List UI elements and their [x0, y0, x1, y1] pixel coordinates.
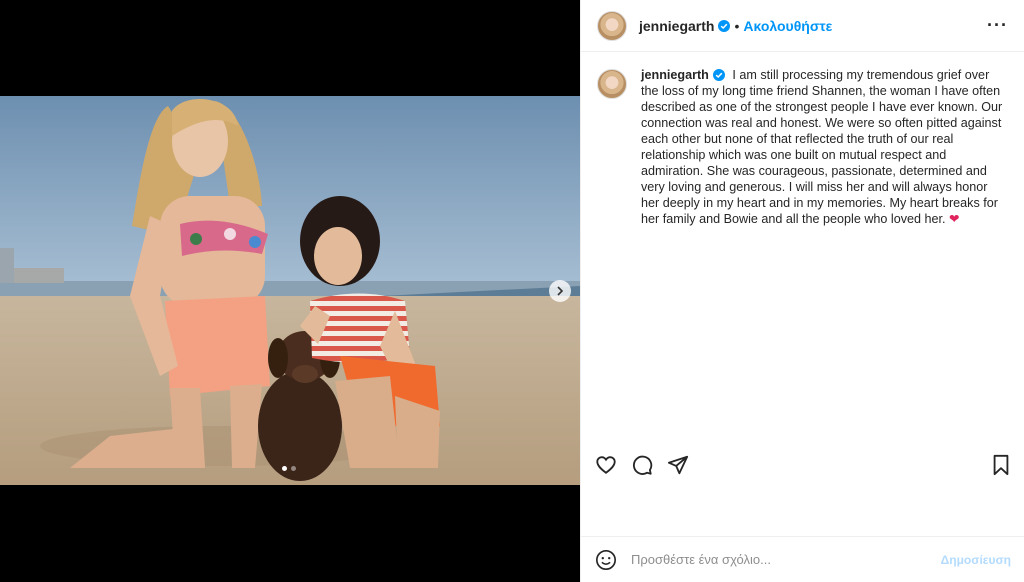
- media-pane: [0, 0, 580, 582]
- caption-body: jenniegarth I am still processing my tre…: [641, 67, 1005, 227]
- comment-input[interactable]: [631, 552, 941, 567]
- post-side-panel: jenniegarth • Ακολουθήστε ··· jenniegart…: [580, 0, 1024, 582]
- post-image[interactable]: [0, 96, 580, 485]
- post-header: jenniegarth • Ακολουθήστε ···: [581, 0, 1024, 52]
- header-username[interactable]: jenniegarth: [639, 18, 714, 34]
- bookmark-icon[interactable]: [991, 454, 1011, 476]
- post-comment-button[interactable]: Δημοσίευση: [941, 553, 1011, 567]
- carousel-indicator: [282, 466, 296, 471]
- carousel-next-button[interactable]: [549, 280, 571, 302]
- more-horizontal-icon[interactable]: ···: [987, 15, 1008, 36]
- separator-dot: •: [734, 17, 740, 34]
- share-icon[interactable]: [667, 454, 689, 476]
- beach-photo: [0, 96, 580, 485]
- comment-bar: Δημοσίευση: [581, 536, 1024, 582]
- caption-text: I am still processing my tremendous grie…: [641, 68, 1003, 226]
- verified-badge-icon: [718, 19, 731, 32]
- carousel-dot-1: [282, 466, 287, 471]
- comment-icon[interactable]: [631, 454, 653, 476]
- smiley-icon[interactable]: [595, 549, 617, 571]
- avatar[interactable]: [597, 10, 627, 41]
- heart-icon[interactable]: [595, 454, 617, 476]
- verified-badge-icon: [712, 69, 725, 81]
- caption-avatar[interactable]: [597, 69, 627, 99]
- follow-button[interactable]: Ακολουθήστε: [743, 18, 832, 34]
- post-caption: jenniegarth I am still processing my tre…: [581, 52, 1024, 227]
- post-actions: [581, 450, 1024, 480]
- chevron-right-icon: [557, 286, 564, 296]
- carousel-dot-2: [291, 466, 296, 471]
- caption-username[interactable]: jenniegarth: [641, 68, 709, 82]
- red-heart-emoji: ❤: [949, 212, 960, 226]
